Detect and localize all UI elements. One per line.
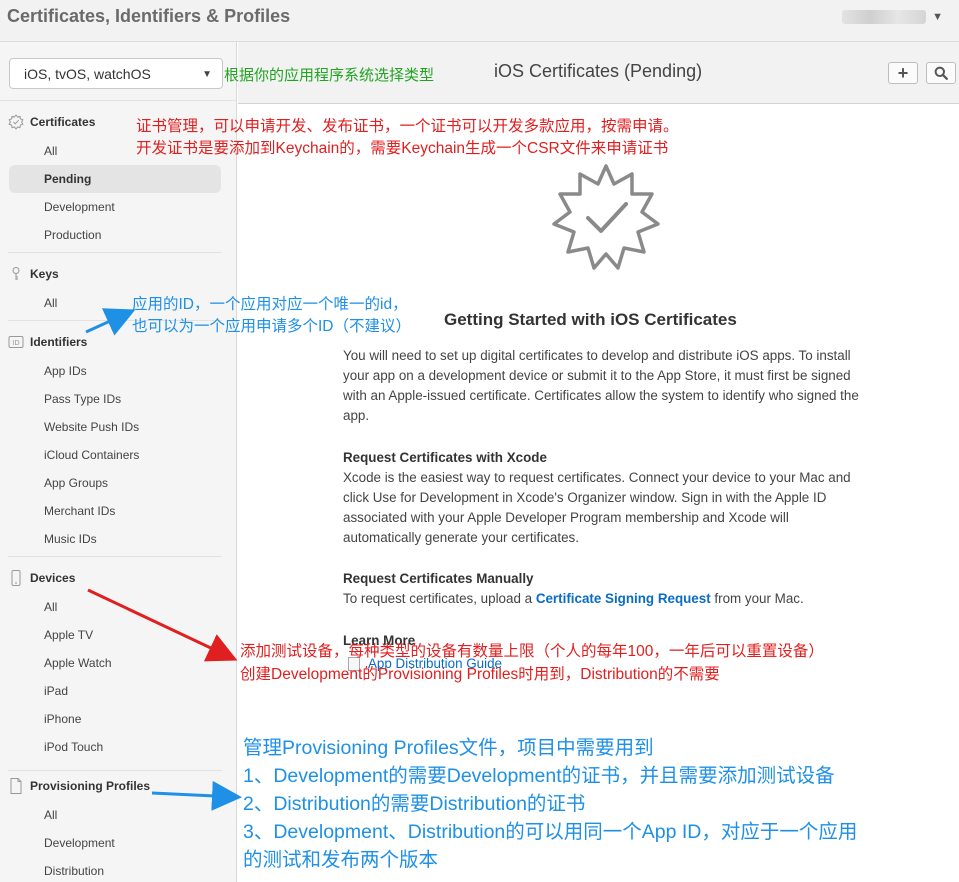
sidebar-item-profiles-all[interactable]: All [44, 807, 57, 823]
svg-text:ID: ID [12, 339, 19, 347]
sidebar-item-icloud-containers[interactable]: iCloud Containers [44, 447, 139, 463]
platform-select-value: iOS, tvOS, watchOS [24, 65, 151, 82]
sidebar-item-profiles-development[interactable]: Development [44, 835, 115, 851]
certificate-badge-icon [548, 158, 664, 279]
sidebar-item-keys-all[interactable]: All [44, 295, 57, 311]
section-label: Devices [30, 571, 76, 585]
sidebar-item-apple-tv[interactable]: Apple TV [44, 627, 93, 643]
app-title: Certificates, Identifiers & Profiles [7, 6, 291, 26]
platform-select[interactable]: iOS, tvOS, watchOS ▼ [9, 58, 223, 89]
manual-paragraph: To request certificates, upload a Certif… [343, 589, 863, 609]
identifier-annotation-line1: 应用的ID，一个应用对应一个唯一的id， [132, 296, 408, 313]
sidebar-item-pass-type-ids[interactable]: Pass Type IDs [44, 391, 121, 407]
profiles-annotation-line1: 管理Provisioning Profiles文件，项目中需要用到 [243, 737, 654, 759]
add-button[interactable]: + [888, 62, 918, 84]
section-identifiers: ID Identifiers [8, 332, 87, 352]
sidebar: iOS, tvOS, watchOS ▼ Certificates All Pe… [0, 42, 237, 882]
sidebar-item-ipad[interactable]: iPad [44, 683, 68, 699]
divider [8, 770, 222, 771]
section-label: Certificates [30, 115, 96, 129]
xcode-paragraph: Xcode is the easiest way to request cert… [343, 470, 851, 545]
sidebar-item-certificates-all[interactable]: All [44, 143, 57, 159]
identifier-annotation-line2: 也可以为一个应用申请多个ID（不建议） [132, 318, 412, 335]
certificate-annotation-line1: 证书管理，可以申请开发、发布证书，一个证书可以开发多款应用，按需申请。 [136, 118, 679, 135]
devices-annotation-line2: 创建Development的Provisioning Profiles时用到，D… [240, 666, 720, 683]
sidebar-item-apple-watch[interactable]: Apple Watch [44, 655, 112, 671]
csr-link[interactable]: Certificate Signing Request [536, 591, 711, 606]
sidebar-item-app-ids[interactable]: App IDs [44, 363, 87, 379]
badge-icon [8, 114, 24, 130]
section-certificates: Certificates [8, 112, 95, 132]
profiles-annotation-line3: 2、Distribution的需要Distribution的证书 [243, 793, 586, 815]
sidebar-item-devices-all[interactable]: All [44, 599, 57, 615]
divider [8, 556, 222, 557]
search-button[interactable] [926, 62, 956, 84]
sidebar-item-certificates-development[interactable]: Development [44, 199, 115, 215]
section-label: Identifiers [30, 335, 88, 349]
sidebar-item-certificates-production[interactable]: Production [44, 227, 101, 243]
profiles-annotation-line4: 3、Development、Distribution的可以用同一个App ID，… [243, 821, 858, 843]
intro-paragraph: You will need to set up digital certific… [343, 348, 859, 423]
manual-text-suffix: from your Mac. [714, 591, 804, 606]
phone-icon [8, 570, 24, 586]
chevron-down-icon: ▼ [932, 11, 943, 23]
divider [8, 252, 222, 253]
account-menu[interactable]: ▼ [842, 10, 943, 24]
sidebar-item-profiles-distribution[interactable]: Distribution [44, 863, 104, 879]
section-devices: Devices [8, 568, 75, 588]
section-provisioning-profiles: Provisioning Profiles [8, 776, 150, 796]
sidebar-item-ipod-touch[interactable]: iPod Touch [44, 739, 103, 755]
profiles-annotation-line5: 的测试和发布两个版本 [243, 849, 439, 871]
chevron-down-icon: ▼ [202, 69, 212, 80]
page-title: iOS Certificates (Pending) [494, 61, 703, 81]
section-label: Keys [30, 267, 59, 281]
section-keys: Keys [8, 264, 59, 284]
search-icon [934, 66, 948, 80]
certificate-annotation-line2: 开发证书是要添加到Keychain的，需要Keychain生成一个CSR文件来申… [136, 140, 669, 157]
sidebar-item-certificates-pending[interactable]: Pending [44, 171, 91, 187]
profiles-annotation-line2: 1、Development的需要Development的证书，并且需要添加测试设… [243, 765, 835, 787]
divider [0, 100, 237, 101]
sidebar-item-app-groups[interactable]: App Groups [44, 475, 108, 491]
sidebar-item-iphone[interactable]: iPhone [44, 711, 81, 727]
manual-heading: Request Certificates Manually [343, 571, 534, 586]
document-icon [8, 778, 24, 794]
top-bar: Certificates, Identifiers & Profiles ▼ [0, 0, 959, 42]
sidebar-item-music-ids[interactable]: Music IDs [44, 531, 97, 547]
sidebar-active-highlight [9, 165, 221, 193]
manual-text-prefix: To request certificates, upload a [343, 591, 533, 606]
key-icon [8, 266, 24, 282]
section-label: Provisioning Profiles [30, 779, 151, 793]
devices-annotation-line1: 添加测试设备，每种类型的设备有数量上限（个人的每年100，一年后可以重置设备） [240, 643, 824, 660]
id-icon: ID [8, 334, 24, 350]
account-name-blurred [842, 10, 927, 24]
sidebar-item-website-push-ids[interactable]: Website Push IDs [44, 419, 139, 435]
getting-started-title: Getting Started with iOS Certificates [444, 310, 737, 329]
sidebar-item-merchant-ids[interactable]: Merchant IDs [44, 503, 115, 519]
platform-annotation: 根据你的应用程序系统选择类型 [224, 67, 435, 84]
xcode-heading: Request Certificates with Xcode [343, 450, 547, 465]
